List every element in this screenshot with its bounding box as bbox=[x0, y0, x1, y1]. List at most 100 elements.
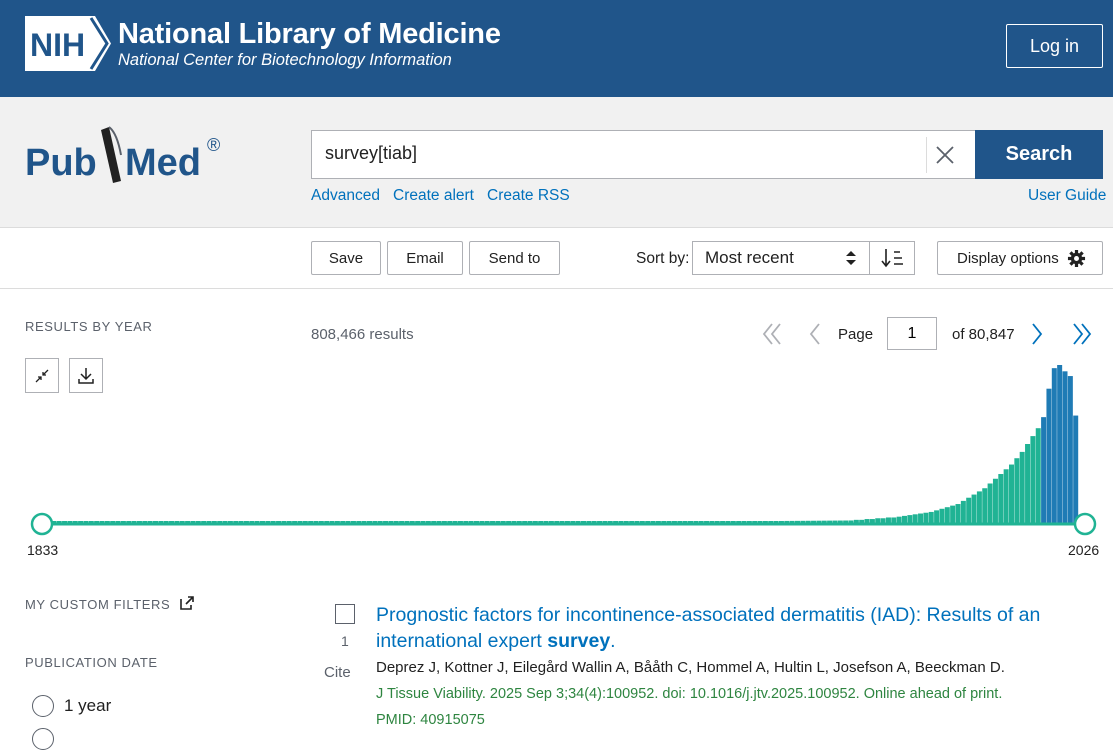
toolbar-divider bbox=[0, 288, 1113, 289]
year-bar bbox=[1067, 376, 1073, 523]
result-authors: Deprez J, Kottner J, Eilegård Wallin A, … bbox=[376, 659, 1005, 676]
year-bar bbox=[1035, 428, 1041, 523]
year-bar bbox=[923, 512, 929, 523]
registered-mark: ® bbox=[207, 135, 220, 155]
year-bar bbox=[1041, 417, 1047, 523]
cite-button[interactable]: Cite bbox=[324, 664, 351, 681]
year-bar bbox=[1051, 368, 1057, 523]
year-bar bbox=[1057, 365, 1063, 523]
result-journal-citation: J Tissue Viability. 2025 Sep 3;34(4):100… bbox=[376, 686, 1003, 702]
send-to-button[interactable]: Send to bbox=[469, 241, 560, 275]
year-bar bbox=[939, 508, 945, 523]
date-next-radio[interactable] bbox=[32, 728, 54, 750]
results-count: 808,466 results bbox=[311, 326, 414, 343]
previous-page-icon[interactable] bbox=[807, 320, 823, 348]
svg-text:Pub: Pub bbox=[25, 142, 97, 184]
close-icon bbox=[935, 146, 954, 164]
year-bar bbox=[1003, 469, 1009, 523]
results-by-year-label: RESULTS BY YEAR bbox=[25, 319, 153, 334]
year-bar bbox=[998, 474, 1004, 523]
year-bar bbox=[1062, 371, 1068, 523]
search-box bbox=[311, 130, 975, 179]
date-1-year-radio[interactable] bbox=[32, 695, 54, 717]
external-link-icon bbox=[179, 596, 194, 610]
year-bar bbox=[955, 504, 961, 523]
custom-filters-label[interactable]: MY CUSTOM FILTERS bbox=[25, 596, 194, 612]
year-bar bbox=[1025, 444, 1031, 523]
year-bar bbox=[864, 519, 870, 523]
sort-descending-icon bbox=[881, 249, 903, 268]
year-bar bbox=[982, 488, 988, 523]
svg-text:Med: Med bbox=[125, 142, 201, 184]
year-bar bbox=[1009, 464, 1014, 523]
start-year-handle[interactable] bbox=[30, 512, 54, 536]
result-title-link[interactable]: Prognostic factors for incontinence-asso… bbox=[376, 602, 1066, 654]
display-options-button[interactable]: Display options bbox=[937, 241, 1103, 275]
result-number: 1 bbox=[341, 633, 349, 649]
year-bar bbox=[891, 517, 897, 523]
clear-search-button[interactable] bbox=[926, 137, 962, 173]
select-arrows-icon bbox=[846, 251, 856, 265]
page-label: Page bbox=[838, 326, 874, 343]
year-bar bbox=[992, 478, 998, 523]
year-bar bbox=[960, 500, 966, 523]
year-bar bbox=[885, 517, 891, 523]
year-bar bbox=[1014, 458, 1020, 523]
year-bar bbox=[880, 518, 886, 523]
year-bar bbox=[976, 491, 982, 523]
nih-logo-text: NIH bbox=[30, 27, 85, 63]
end-year-handle[interactable] bbox=[1073, 512, 1097, 536]
year-bar bbox=[912, 514, 918, 523]
result-checkbox[interactable] bbox=[335, 604, 355, 624]
email-button[interactable]: Email bbox=[387, 241, 463, 275]
results-by-year-chart bbox=[30, 365, 1097, 536]
first-page-icon[interactable] bbox=[760, 320, 784, 348]
year-bar bbox=[1030, 436, 1036, 523]
sort-label: Sort by: bbox=[636, 250, 690, 267]
year-bar bbox=[918, 513, 924, 523]
year-bar bbox=[875, 518, 881, 523]
publication-date-label: PUBLICATION DATE bbox=[25, 655, 158, 670]
year-bar bbox=[896, 516, 902, 523]
year-bar bbox=[966, 497, 972, 523]
display-options-label: Display options bbox=[957, 249, 1059, 267]
sort-select[interactable]: Most recent bbox=[692, 241, 870, 275]
create-alert-link[interactable]: Create alert bbox=[393, 187, 474, 205]
login-button[interactable]: Log in bbox=[1006, 24, 1103, 68]
nih-header: NIH National Library of Medicine Nationa… bbox=[0, 0, 1113, 97]
sort-value: Most recent bbox=[705, 248, 794, 267]
sort-order-button[interactable] bbox=[869, 241, 915, 275]
search-area: Pub Med ® Search Advanced Create alert C… bbox=[0, 97, 1113, 228]
search-button[interactable]: Search bbox=[975, 130, 1103, 179]
date-1-year-label[interactable]: 1 year bbox=[64, 696, 111, 716]
pubmed-logo[interactable]: Pub Med ® bbox=[25, 125, 230, 195]
year-bar bbox=[1046, 388, 1052, 523]
nih-subtitle: National Center for Biotechnology Inform… bbox=[118, 51, 452, 69]
year-bar bbox=[928, 511, 934, 523]
year-bar bbox=[950, 505, 956, 523]
year-bar bbox=[1073, 415, 1079, 523]
year-bar bbox=[869, 519, 875, 523]
gear-icon bbox=[1067, 249, 1085, 267]
year-bar bbox=[944, 507, 950, 523]
result-pmid: PMID: 40915075 bbox=[376, 712, 485, 728]
last-page-icon[interactable] bbox=[1070, 320, 1094, 348]
user-guide-link[interactable]: User Guide bbox=[1028, 187, 1106, 205]
start-year-label: 1833 bbox=[27, 542, 59, 558]
page-total: of 80,847 bbox=[952, 326, 1015, 343]
year-bar bbox=[934, 510, 940, 523]
year-bar bbox=[971, 494, 977, 523]
highlighted-term: survey bbox=[547, 630, 611, 652]
create-rss-link[interactable]: Create RSS bbox=[487, 187, 570, 205]
end-year-label: 2026 bbox=[1068, 542, 1100, 558]
save-button[interactable]: Save bbox=[311, 241, 381, 275]
year-bar bbox=[1019, 451, 1025, 523]
year-bar bbox=[902, 515, 907, 523]
next-page-icon[interactable] bbox=[1029, 320, 1045, 348]
search-input[interactable] bbox=[325, 143, 915, 164]
nih-title: National Library of Medicine bbox=[118, 18, 501, 50]
year-bar bbox=[907, 515, 913, 523]
nih-logo[interactable]: NIH bbox=[25, 16, 111, 71]
page-number-input[interactable] bbox=[887, 317, 937, 350]
advanced-link[interactable]: Advanced bbox=[311, 187, 380, 205]
